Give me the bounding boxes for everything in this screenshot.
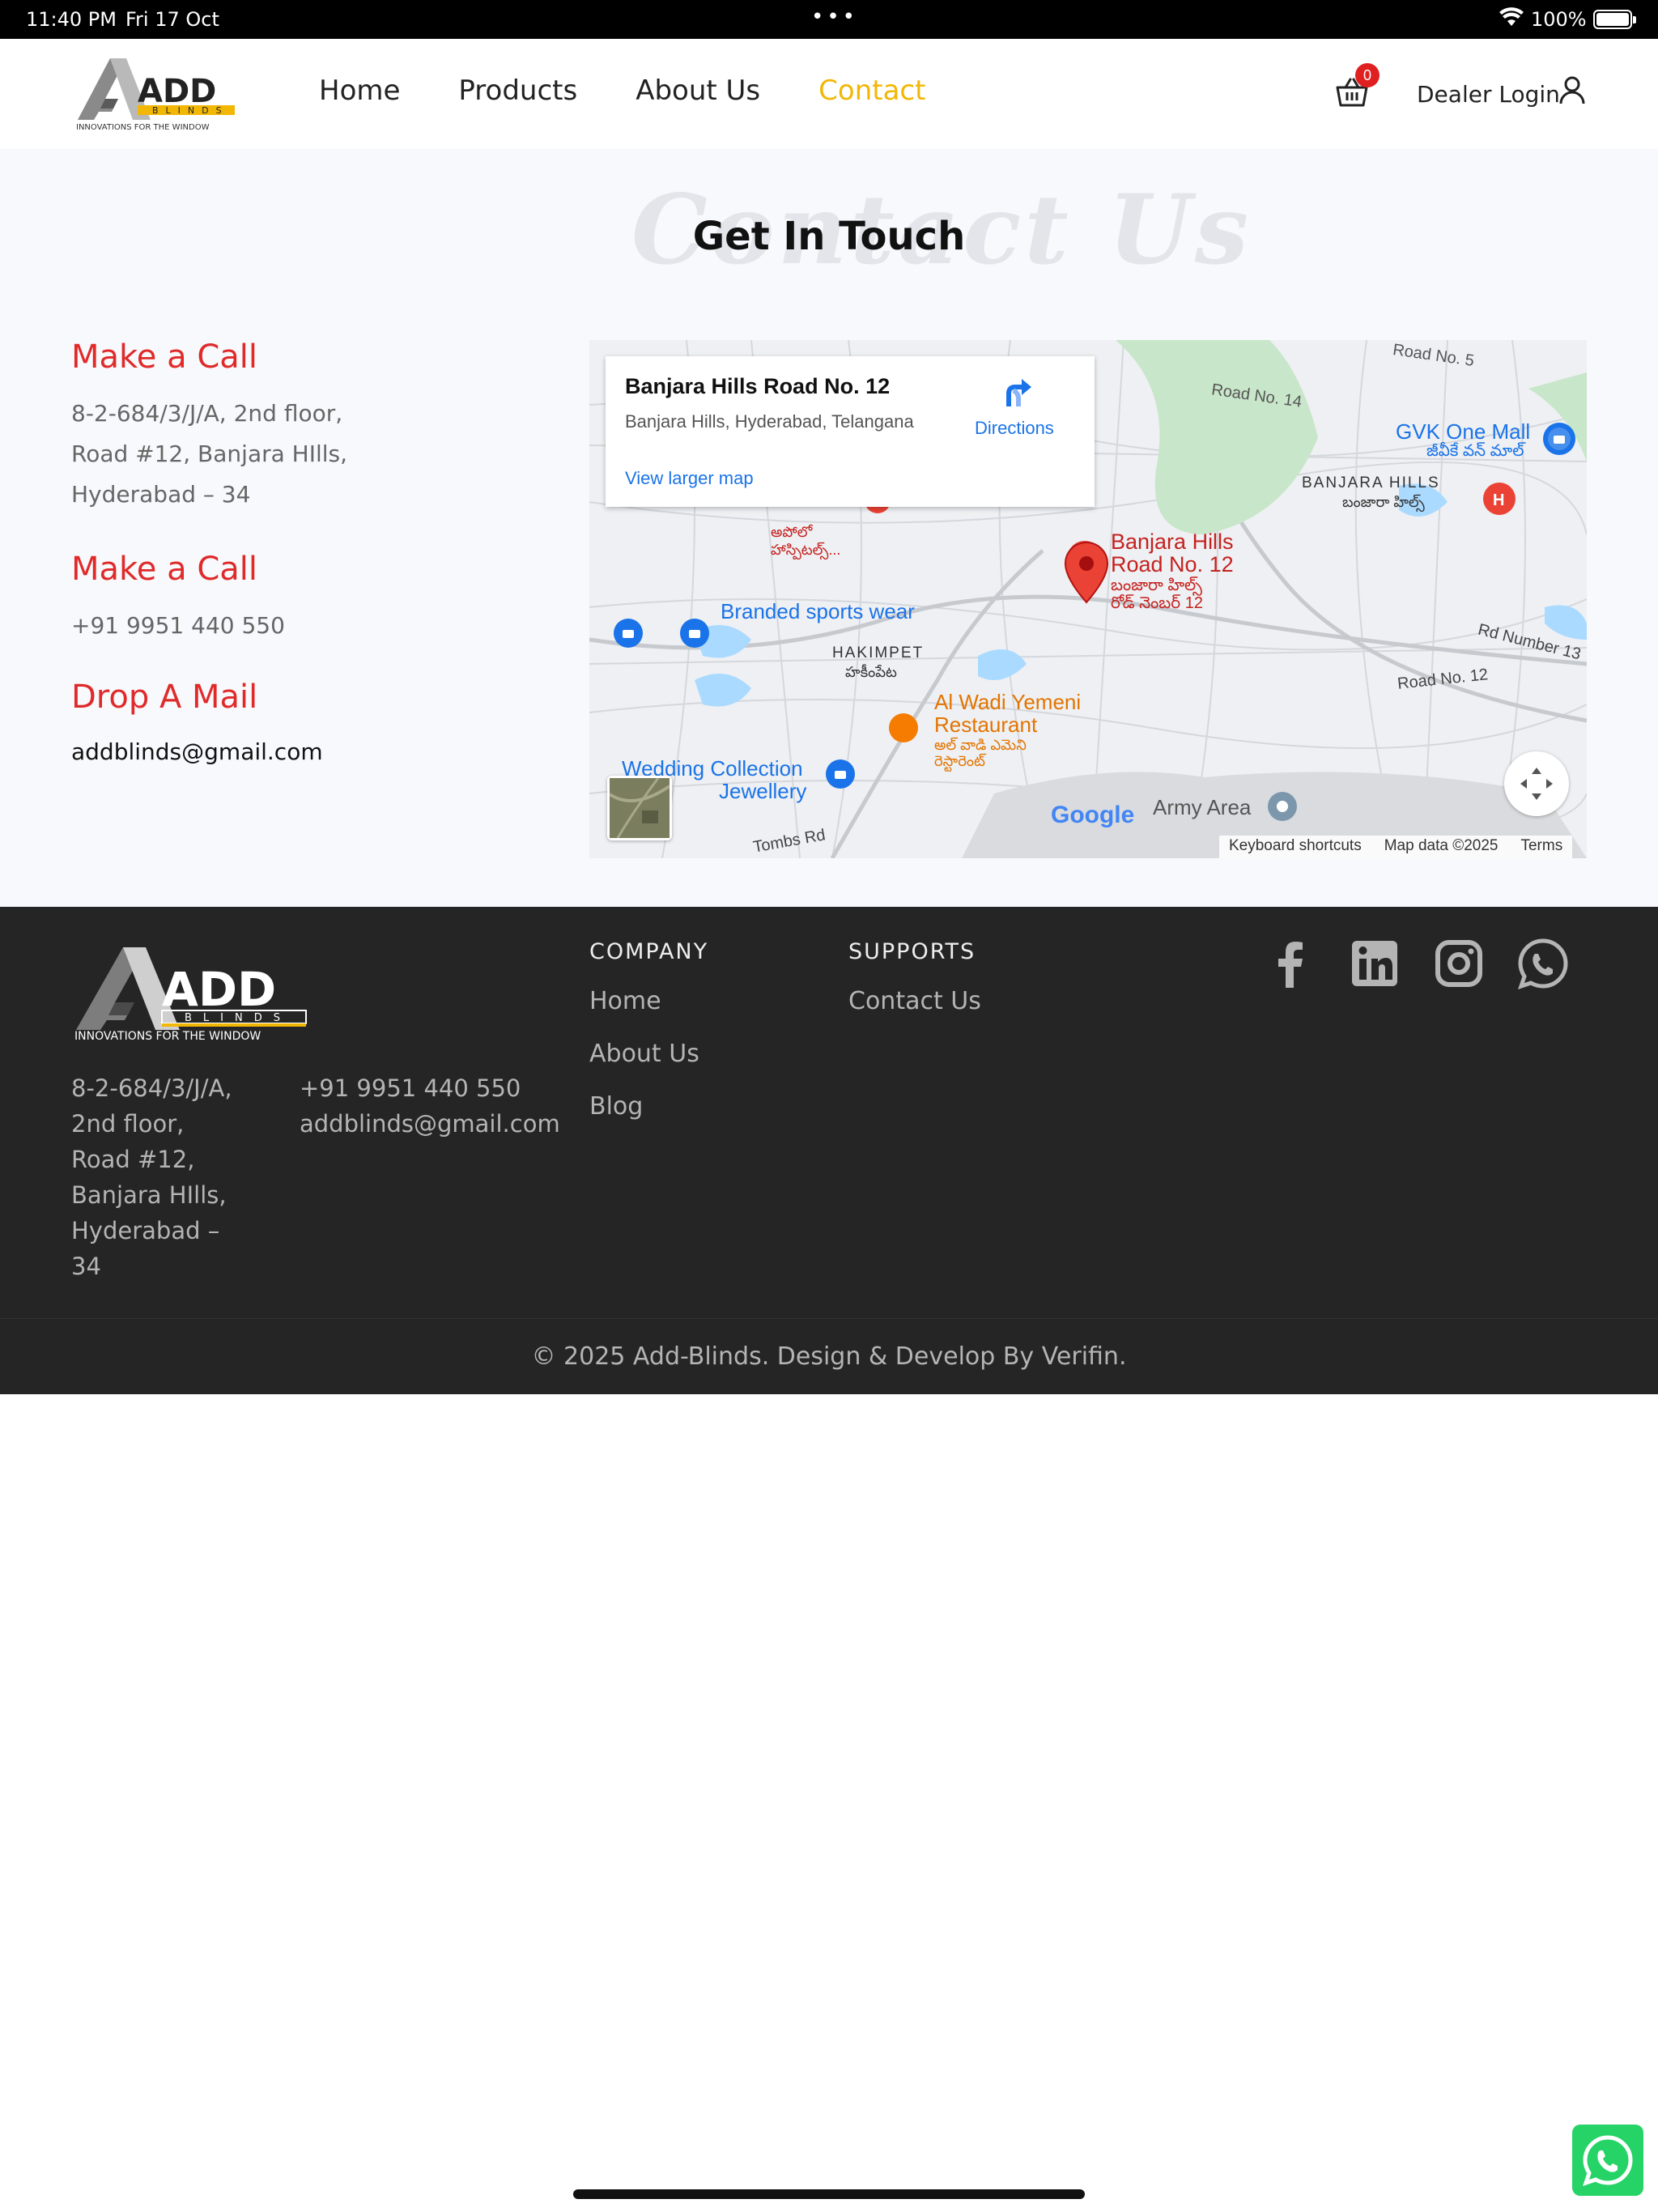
nav-contact[interactable]: Contact — [818, 74, 925, 107]
contact-section: Contact Us Get In Touch Make a Call 8-2-… — [0, 149, 1658, 907]
site-header: ADD BLINDS INNOVATIONS FOR THE WINDOW Ho… — [0, 39, 1658, 149]
footer-contact: +91 9951 440 550 addblinds@gmail.com — [300, 1070, 560, 1142]
call-heading-2: Make a Call — [71, 551, 257, 588]
map-label-alwadi-1: Al Wadi Yemeni — [934, 690, 1082, 714]
call-heading-1: Make a Call — [71, 338, 257, 376]
location-pin-icon[interactable] — [1064, 541, 1109, 604]
map-label-banjara-hills: BANJARA HILLS — [1302, 474, 1440, 491]
cart-count-badge: 0 — [1355, 63, 1380, 87]
footer-link-contact-us[interactable]: Contact Us — [848, 987, 981, 1015]
footer-address-line: Banjara HIlls, — [71, 1181, 227, 1209]
map-label-gvk-mall-te: జీవీకే వన్ మాల్ — [1426, 442, 1524, 460]
social-links — [1265, 938, 1569, 989]
mail-heading: Drop A Mail — [71, 678, 258, 716]
multitask-dots-icon[interactable]: ••• — [811, 5, 858, 29]
google-map[interactable]: H Road No. 5 Road No. 14 GVK One Mall జీ… — [589, 340, 1587, 858]
instagram-icon[interactable] — [1433, 938, 1485, 989]
map-place-name: Banjara Hills Road No. 12 — [625, 374, 891, 398]
map-label-banjara-hills-te: బంజారా హిల్స్ — [1342, 494, 1425, 510]
map-label-gvk-mall: GVK One Mall — [1396, 419, 1531, 444]
footer-link-home[interactable]: Home — [589, 987, 708, 1015]
footer-supports-heading: SUPPORTS — [848, 939, 976, 964]
footer-link-about-us[interactable]: About Us — [589, 1040, 708, 1068]
map-label-army-area: Army Area — [1153, 795, 1252, 819]
page-title: Get In Touch — [692, 214, 966, 259]
footer-company-column: COMPANY Home About Us Blog — [589, 939, 708, 1145]
fullscreen-map-button[interactable] — [1504, 751, 1569, 816]
footer-address-line: Road #12, — [71, 1146, 195, 1173]
home-indicator[interactable] — [573, 2189, 1085, 2199]
map-label-alwadi-te-2: రెస్టారెంట్ — [934, 753, 985, 769]
footer-address: 8-2-684/3/J/A, 2nd floor, Road #12, Banj… — [71, 1070, 266, 1284]
view-larger-map-link[interactable]: View larger map — [625, 468, 754, 489]
whatsapp-icon[interactable] — [1517, 938, 1569, 989]
copyright-bar: © 2025 Add-Blinds. Design & Develop By V… — [0, 1318, 1658, 1394]
whatsapp-chat-button[interactable] — [1572, 2125, 1643, 2196]
status-bar: 11:40 PM Fri 17 Oct ••• 100% — [0, 0, 1658, 39]
map-label-alwadi-2: Restaurant — [934, 713, 1038, 737]
footer-email[interactable]: addblinds@gmail.com — [300, 1106, 560, 1142]
footer-address-line: 8-2-684/3/J/A, — [71, 1074, 232, 1102]
footer-address-line: Hyderabad – — [71, 1217, 220, 1244]
footer-company-heading: COMPANY — [589, 939, 709, 964]
svg-text:INNOVATIONS FOR THE WINDOW: INNOVATIONS FOR THE WINDOW — [74, 1030, 261, 1043]
footer-supports-column: SUPPORTS Contact Us — [848, 939, 981, 1040]
map-place-address: Banjara Hills, Hyderabad, Telangana — [625, 411, 914, 432]
nav-about-us[interactable]: About Us — [636, 74, 760, 107]
map-label-branded-sports: Branded sports wear — [721, 599, 915, 623]
phone-number[interactable]: +91 9951 440 550 — [71, 606, 525, 646]
footer-phone[interactable]: +91 9951 440 550 — [300, 1070, 560, 1106]
map-label-wedding-2: Jewellery — [719, 779, 807, 803]
map-label-hakimpet: HAKIMPET — [832, 644, 925, 661]
main-nav: Home Products About Us Contact — [319, 74, 925, 107]
address-line: 8-2-684/3/J/A, 2nd floor, — [71, 400, 343, 427]
address-line: Road #12, Banjara HIlls, — [71, 440, 348, 467]
svg-text:ADD: ADD — [162, 962, 276, 1017]
nav-home[interactable]: Home — [319, 74, 400, 107]
map-label-hakimpet-te: హకీంపేట — [845, 664, 897, 680]
copyright-text: © 2025 Add-Blinds. Design & Develop By V… — [531, 1342, 1127, 1371]
footer-address-line: 34 — [71, 1253, 101, 1280]
dealer-login-link[interactable]: Dealer Login — [1417, 81, 1560, 108]
map-label-pin-te-2: రోడ్ నెంబర్ 12 — [1111, 594, 1203, 612]
map-label-hospital-te: అపోలో హాస్పిటల్స్... — [771, 524, 841, 558]
footer-logo[interactable]: ADD BLINDS INNOVATIONS FOR THE WINDOW — [71, 939, 314, 1044]
svg-text:INNOVATIONS FOR THE WINDOW: INNOVATIONS FOR THE WINDOW — [76, 123, 210, 132]
battery-icon — [1593, 10, 1636, 29]
linkedin-icon[interactable] — [1349, 938, 1401, 989]
footer-address-line: 2nd floor, — [71, 1110, 185, 1138]
contact-details: Make a Call 8-2-684/3/J/A, 2nd floor, Ro… — [71, 338, 525, 765]
map-label-pin-name-1: Banjara Hills — [1111, 530, 1234, 554]
map-footer-links: Keyboard shortcuts Map data ©2025 Terms — [1219, 836, 1573, 858]
svg-text:H: H — [1493, 491, 1504, 509]
site-footer: ADD BLINDS INNOVATIONS FOR THE WINDOW 8-… — [0, 907, 1658, 1318]
map-data-label: Map data ©2025 — [1384, 837, 1499, 854]
google-logo: Google — [1051, 802, 1134, 829]
facebook-icon[interactable] — [1265, 938, 1316, 989]
svg-text:BLINDS: BLINDS — [185, 1012, 291, 1024]
map-label-pin-name-2: Road No. 12 — [1111, 552, 1234, 576]
terms-link[interactable]: Terms — [1520, 837, 1562, 857]
satellite-toggle-button[interactable] — [607, 776, 672, 840]
directions-link[interactable]: Directions — [975, 418, 1054, 439]
google-logo-text: Google — [1051, 802, 1135, 828]
status-date: Fri 17 Oct — [125, 8, 219, 31]
map-info-card: Banjara Hills Road No. 12 Banjara Hills,… — [606, 356, 1095, 507]
status-time: 11:40 PM — [26, 8, 117, 31]
wifi-icon — [1499, 6, 1524, 32]
keyboard-shortcuts-link[interactable]: Keyboard shortcuts — [1229, 837, 1362, 857]
svg-text:BLINDS: BLINDS — [152, 105, 229, 116]
battery-percent: 100% — [1531, 8, 1587, 31]
user-icon[interactable] — [1558, 74, 1587, 107]
nav-products[interactable]: Products — [458, 74, 577, 107]
email-link[interactable]: addblinds@gmail.com — [71, 738, 525, 765]
directions-icon[interactable] — [1001, 374, 1036, 410]
footer-link-blog[interactable]: Blog — [589, 1092, 708, 1121]
add-blinds-logo[interactable]: ADD BLINDS INNOVATIONS FOR THE WINDOW — [73, 49, 243, 139]
address-line: Hyderabad – 34 — [71, 481, 251, 508]
